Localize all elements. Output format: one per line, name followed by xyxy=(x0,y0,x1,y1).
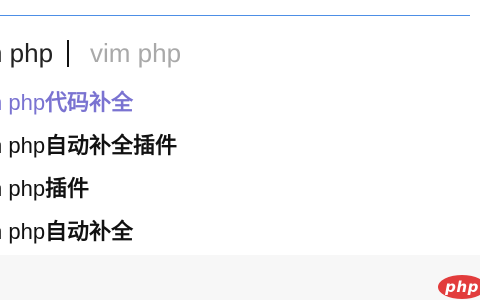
suggestion-prefix: n php xyxy=(0,219,46,244)
suggestion-prefix: n php xyxy=(0,133,46,158)
suggestion-item[interactable]: n php自动补全插件 xyxy=(0,126,177,166)
suggestion-list: n php代码补全 n php自动补全插件 n php插件 n php自动补全 xyxy=(0,83,480,255)
suggestion-prefix: n php xyxy=(0,176,46,201)
search-input[interactable]: n php vim php xyxy=(0,15,470,84)
suggestion-rest: 插件 xyxy=(45,176,90,201)
search-typed-text[interactable]: n php xyxy=(0,36,53,70)
suggestion-item[interactable]: n php代码补全 xyxy=(0,83,133,123)
suggestion-rest: 自动补全 xyxy=(45,219,134,244)
php-watermark-logo: php xyxy=(438,275,480,299)
text-caret xyxy=(67,40,69,67)
suggestion-rest: 自动补全插件 xyxy=(45,133,178,158)
screenshot-stage: n php vim php n php代码补全 n php自动补全插件 n ph… xyxy=(0,0,480,300)
suggestion-item[interactable]: n php插件 xyxy=(0,169,89,209)
suggestion-item[interactable]: n php自动补全 xyxy=(0,212,133,252)
bottom-background-band xyxy=(0,255,480,300)
search-ghost-completion: vim php xyxy=(90,38,182,68)
suggestion-prefix: n php xyxy=(0,90,46,115)
suggestion-rest: 代码补全 xyxy=(45,90,134,115)
